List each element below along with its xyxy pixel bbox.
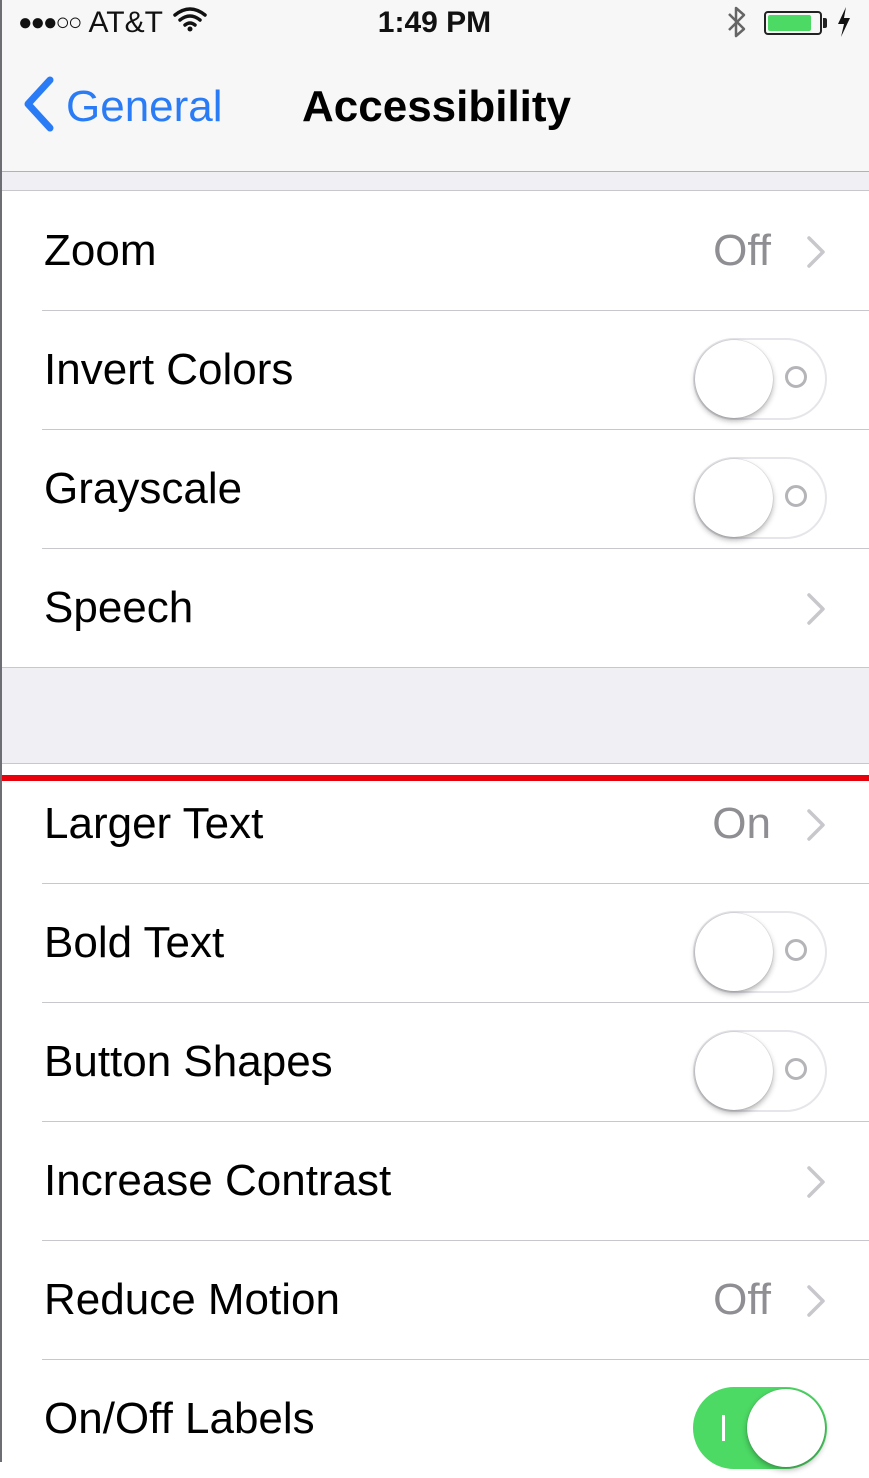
row-label: Button Shapes — [44, 1037, 333, 1086]
toggle-switch-button-shapes[interactable] — [693, 1030, 827, 1112]
row-label: On/Off Labels — [44, 1394, 315, 1443]
off-label-icon — [785, 485, 807, 507]
switch-knob — [695, 1032, 773, 1110]
switch-knob — [747, 1389, 825, 1467]
back-chevron-icon — [22, 76, 56, 137]
chevron-right-icon — [805, 1284, 827, 1323]
status-bar: ●●●○○ AT&T 1:49 PM — [0, 0, 869, 48]
toggle-switch-on-off-labels[interactable] — [693, 1387, 827, 1469]
chevron-right-icon — [805, 1165, 827, 1204]
row-value: On — [712, 799, 771, 848]
toggle-switch-bold-text[interactable] — [693, 911, 827, 993]
settings-group-vision: Zoom Off Invert Colors Grayscale Speech — [0, 190, 869, 668]
settings-row-on-off-labels: On/Off Labels — [0, 1359, 869, 1478]
row-label: Speech — [44, 583, 194, 632]
row-label: Bold Text — [44, 918, 225, 967]
navigation-bar: General Accessibility — [0, 48, 869, 172]
settings-row-invert-colors: Invert Colors — [0, 310, 869, 429]
row-value: Off — [713, 226, 771, 275]
row-label: Grayscale — [44, 464, 243, 513]
window-frame-edge — [0, 0, 2, 1462]
row-label: Zoom — [44, 226, 157, 275]
battery-nub — [823, 18, 827, 28]
chevron-right-icon — [805, 808, 827, 847]
settings-row-speech[interactable]: Speech — [0, 548, 869, 667]
settings-row-reduce-motion[interactable]: Reduce Motion Off — [0, 1240, 869, 1359]
settings-row-button-shapes: Button Shapes — [0, 1002, 869, 1121]
row-label: Increase Contrast — [44, 1156, 392, 1205]
page-title: Accessibility — [302, 82, 572, 131]
battery-icon — [764, 11, 822, 35]
bluetooth-icon — [724, 4, 750, 48]
switch-knob — [695, 913, 773, 991]
settings-group-text: Larger Text On Bold Text Button Shapes Incre… — [0, 763, 869, 1478]
chevron-right-icon — [805, 592, 827, 631]
back-button-label: General — [66, 81, 223, 131]
toggle-switch-invert-colors[interactable] — [693, 338, 827, 420]
off-label-icon — [785, 1058, 807, 1080]
charging-icon — [836, 6, 852, 45]
settings-row-increase-contrast[interactable]: Increase Contrast — [0, 1121, 869, 1240]
settings-row-grayscale: Grayscale — [0, 429, 869, 548]
toggle-switch-grayscale[interactable] — [693, 457, 827, 539]
row-label: Invert Colors — [44, 345, 294, 394]
row-value: Off — [713, 1275, 771, 1324]
switch-knob — [695, 340, 773, 418]
highlight-line — [0, 775, 869, 781]
battery-level — [768, 15, 811, 31]
settings-row-zoom[interactable]: Zoom Off — [0, 191, 869, 310]
off-label-icon — [785, 939, 807, 961]
on-label-icon — [722, 1415, 725, 1441]
switch-knob — [695, 459, 773, 537]
settings-row-larger-text[interactable]: Larger Text On — [0, 764, 869, 883]
chevron-right-icon — [805, 235, 827, 274]
settings-row-bold-text: Bold Text — [0, 883, 869, 1002]
row-label: Larger Text — [44, 799, 264, 848]
row-label: Reduce Motion — [44, 1275, 340, 1324]
back-button[interactable]: General — [22, 76, 223, 137]
off-label-icon — [785, 366, 807, 388]
